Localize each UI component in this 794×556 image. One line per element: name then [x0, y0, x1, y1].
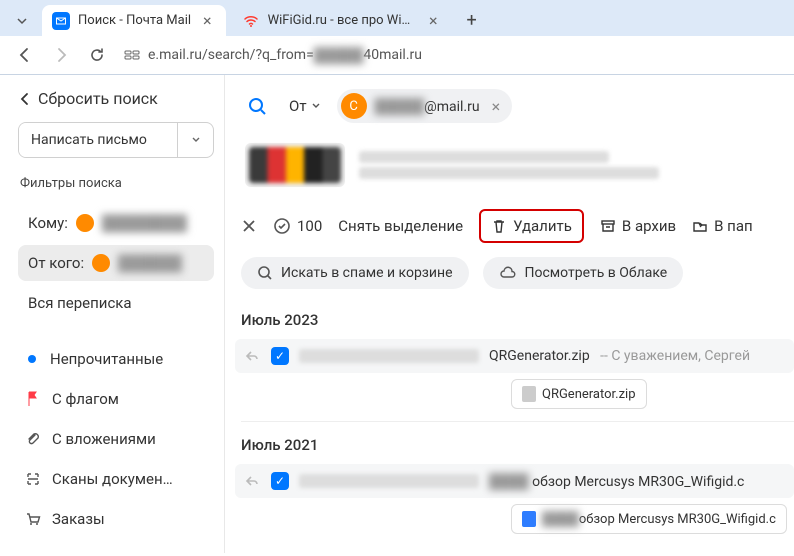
pill-spam-label: Искать в спаме и корзине [281, 265, 453, 281]
sender-name [299, 474, 479, 488]
attachment-name: QRGenerator.zip [542, 387, 636, 402]
compose-button-group: Написать письмо [18, 122, 214, 158]
toolbar-folder-label: В пап [714, 217, 753, 235]
tabs-row: Поиск - Почта Mail × WiFiGid.ru - все пр… [0, 0, 794, 36]
sender-name [299, 349, 479, 363]
toolbar-archive[interactable]: В архив [600, 217, 676, 235]
sidebar-item-label: Заказы [52, 510, 105, 528]
paperclip-icon [24, 430, 42, 448]
sidebar: Сбросить поиск Написать письмо Фильтры п… [0, 75, 225, 553]
wifi-favicon [242, 12, 260, 30]
sidebar-item-label: Непрочитанные [50, 350, 163, 368]
avatar-icon [92, 254, 110, 272]
filter-all-label: Вся переписка [28, 294, 132, 312]
chip-text: █████@mail.ru [375, 98, 480, 115]
filter-to-label: Кому: [28, 214, 68, 232]
pill-cloud-label: Посмотреть в Облаке [525, 265, 668, 281]
sidebar-item-unread[interactable]: Непрочитанные [18, 341, 214, 377]
unread-dot-icon [28, 355, 36, 363]
url-text: e.mail.ru/search/?q_from=█████40mail.ru [148, 47, 422, 64]
mail-subject: ████ обзор Mercusys MR30G_Wifigid.c [489, 473, 744, 490]
sidebar-item-orders[interactable]: Заказы [18, 501, 214, 537]
promo-image [245, 143, 345, 187]
filter-from-value: ██████ [118, 254, 182, 272]
mail-row[interactable]: ✓ QRGenerator.zip -- С уважением, Сергей [235, 339, 794, 373]
tab-title: WiFiGid.ru - все про WiFi и бе [268, 13, 417, 28]
filter-from-label: От кого: [28, 254, 84, 272]
back-button[interactable] [14, 44, 36, 66]
mail-favicon [52, 12, 70, 30]
promo-banner[interactable] [241, 137, 794, 205]
tab-title: Поиск - Почта Mail [78, 13, 191, 28]
compose-button[interactable]: Написать письмо [19, 123, 177, 157]
toolbar-delete[interactable]: Удалить [479, 209, 584, 243]
tab-close-icon[interactable]: × [199, 11, 216, 30]
toolbar-select-all[interactable]: 100 [273, 217, 322, 235]
browser-chrome: Поиск - Почта Mail × WiFiGid.ru - все пр… [0, 0, 794, 75]
toolbar-move-folder[interactable]: В пап [692, 217, 753, 235]
group-header: Июль 2023 [241, 305, 794, 339]
pill-view-cloud[interactable]: Посмотреть в Облаке [483, 257, 684, 289]
site-settings-icon[interactable] [122, 45, 142, 65]
row-checkbox[interactable]: ✓ [271, 347, 289, 365]
search-from-label: От [289, 97, 307, 115]
toolbar-delete-label: Удалить [513, 217, 572, 235]
address-bar[interactable]: e.mail.ru/search/?q_from=█████40mail.ru [122, 45, 422, 65]
filter-all-conv[interactable]: Вся переписка [18, 285, 214, 321]
compose-dropdown[interactable] [177, 123, 213, 157]
filter-to-value: ████████ [102, 214, 187, 232]
reset-search-button[interactable]: Сбросить поиск [18, 89, 158, 108]
forward-button[interactable] [50, 44, 72, 66]
tabs-dropdown[interactable] [8, 7, 36, 35]
search-chip[interactable]: C █████@mail.ru × [337, 89, 513, 123]
sidebar-item-scans[interactable]: Сканы докумен… [18, 461, 214, 497]
attachment-chip[interactable]: ████обзор Mercusys MR30G_Wifigid.c [511, 504, 787, 534]
sidebar-item-label: С флагом [52, 390, 119, 408]
sidebar-item-label: С вложениями [52, 430, 156, 448]
cart-icon [24, 510, 42, 528]
promo-text [359, 151, 659, 179]
selection-count: 100 [297, 217, 322, 235]
app-container: Сбросить поиск Написать письмо Фильтры п… [0, 75, 794, 553]
toolbar-deselect[interactable]: Снять выделение [338, 217, 463, 235]
search-from-dropdown[interactable]: От [279, 92, 331, 120]
scan-icon [24, 470, 42, 488]
attachment-name: ████обзор Mercusys MR30G_Wifigid.c [542, 511, 776, 527]
chip-remove-icon[interactable]: × [488, 97, 501, 116]
tab-mail[interactable]: Поиск - Почта Mail × [42, 5, 226, 36]
pill-row: Искать в спаме и корзине Посмотреть в Об… [241, 257, 794, 289]
file-icon [522, 386, 536, 402]
tab-wifigid[interactable]: WiFiGid.ru - все про WiFi и бе × [232, 5, 452, 36]
search-bar: От C █████@mail.ru × [241, 89, 794, 123]
sidebar-item-attachments[interactable]: С вложениями [18, 421, 214, 457]
reply-icon [245, 349, 261, 363]
avatar-icon [76, 214, 94, 232]
chip-avatar: C [341, 93, 367, 119]
row-checkbox[interactable]: ✓ [271, 472, 289, 490]
mail-subject: QRGenerator.zip -- С уважением, Сергей [489, 348, 750, 364]
main-content: От C █████@mail.ru × 100 [225, 75, 794, 553]
sidebar-item-label: Сканы докумен… [52, 470, 173, 488]
new-tab-button[interactable]: + [458, 7, 486, 35]
filter-to[interactable]: Кому: ████████ [18, 205, 214, 241]
tab-close-icon[interactable]: × [425, 11, 442, 30]
filter-from[interactable]: От кого: ██████ [18, 245, 214, 281]
mail-row[interactable]: ✓ ████ обзор Mercusys MR30G_Wifigid.c [235, 464, 794, 498]
address-bar-row: e.mail.ru/search/?q_from=█████40mail.ru [0, 36, 794, 74]
flag-icon [24, 390, 42, 408]
pill-search-spam[interactable]: Искать в спаме и корзине [241, 257, 469, 289]
group-header: Июль 2021 [241, 430, 794, 464]
filters-label: Фильтры поиска [18, 172, 214, 201]
sidebar-item-flagged[interactable]: С флагом [18, 381, 214, 417]
selection-toolbar: 100 Снять выделение Удалить В архив В па… [241, 205, 794, 257]
reply-icon [245, 474, 261, 488]
reset-search-label: Сбросить поиск [38, 89, 158, 108]
file-icon [522, 511, 536, 527]
attachment-chip[interactable]: QRGenerator.zip [511, 379, 647, 409]
reload-button[interactable] [86, 44, 108, 66]
toolbar-close[interactable] [241, 218, 257, 234]
toolbar-archive-label: В архив [622, 217, 676, 235]
search-icon[interactable] [241, 90, 273, 122]
